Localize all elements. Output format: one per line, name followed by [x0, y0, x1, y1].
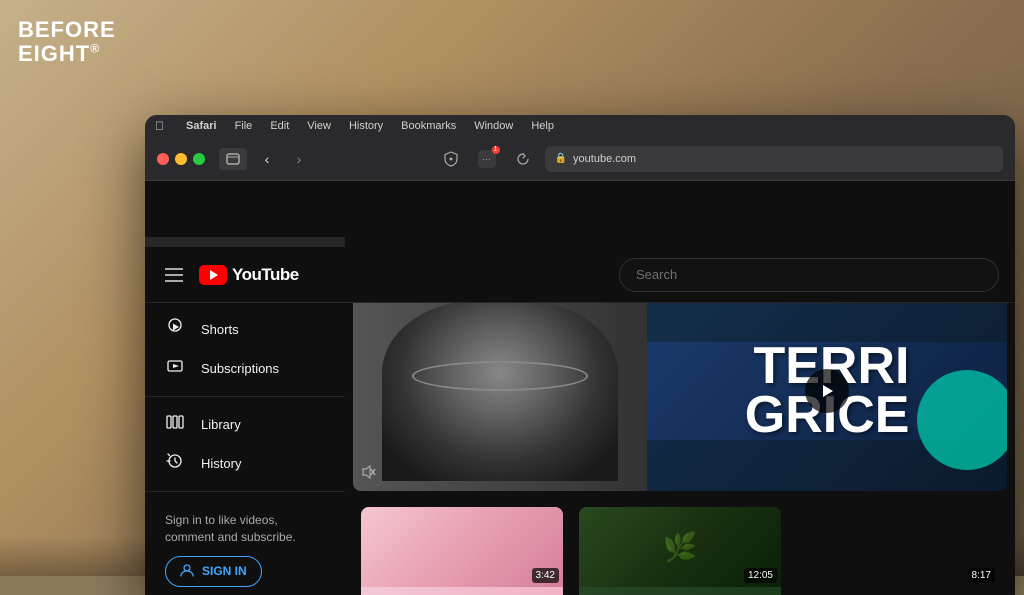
featured-video-card[interactable]: TERRI GRICE: [345, 291, 1015, 499]
menu-help[interactable]: Help: [531, 120, 554, 132]
youtube-logo-text: YouTube: [232, 265, 299, 285]
youtube-main-content: All Live Gaming Laughter Comedy Eating: [345, 181, 1015, 595]
hamburger-line: [165, 280, 183, 282]
library-icon: [165, 413, 185, 436]
video-card-1[interactable]: 3:42: [353, 499, 571, 595]
decorative-circle: [917, 370, 1007, 470]
youtube-header: YouTube Search: [145, 247, 1015, 303]
sidebar-library-label: Library: [201, 417, 241, 432]
sidebar-item-library[interactable]: Library: [145, 405, 345, 444]
menu-edit[interactable]: Edit: [270, 120, 289, 132]
back-button[interactable]: ‹: [255, 147, 279, 171]
video-card-3[interactable]: 8:17: [789, 499, 1007, 595]
mute-icon: [361, 464, 377, 483]
youtube-sidebar: ⌂ Home Explore: [145, 181, 345, 595]
sidebar-item-shorts[interactable]: Shorts: [145, 310, 345, 349]
logo-line1: BEFORE: [18, 18, 116, 42]
browser-content: YouTube Search ⌂ Home Explore: [145, 181, 1015, 595]
logo-line2: EIGHT®: [18, 42, 116, 66]
shield-icon[interactable]: [437, 148, 465, 170]
apple-menu[interactable]: : [155, 119, 164, 133]
history-icon: [165, 452, 185, 475]
shorts-icon: [165, 318, 185, 341]
sign-in-button[interactable]: SIGN IN: [165, 556, 262, 587]
thumbnail-2: 🌿 12:05: [579, 507, 781, 595]
sidebar-history-label: History: [201, 456, 241, 471]
registered-mark: ®: [90, 42, 100, 56]
featured-person-area: [353, 291, 647, 491]
url-text: youtube.com: [573, 153, 636, 165]
thumbnail-1: 3:42: [361, 507, 563, 595]
menu-view[interactable]: View: [307, 120, 331, 132]
video-grid: 3:42 🌿 12:05 8:17: [345, 499, 1015, 595]
glasses: [412, 361, 589, 391]
thumbnail-3: 8:17: [797, 507, 999, 595]
sidebar-divider-2: [145, 491, 345, 492]
video-card-2[interactable]: 🌿 12:05: [571, 499, 789, 595]
hamburger-menu-button[interactable]: [161, 264, 187, 286]
sidebar-signin-section: Sign in to like videos, comment and subs…: [145, 500, 345, 595]
close-button[interactable]: [157, 153, 169, 165]
person-face: [382, 301, 617, 481]
sidebar-item-history[interactable]: History: [145, 444, 345, 483]
forward-button[interactable]: ›: [287, 147, 311, 171]
menu-safari[interactable]: Safari: [186, 120, 217, 132]
extensions-button[interactable]: ··· 1: [473, 148, 501, 170]
subscriptions-icon: [165, 357, 185, 380]
featured-title-area: TERRI GRICE: [647, 342, 1007, 441]
search-bar[interactable]: Search: [619, 258, 999, 292]
minimize-button[interactable]: [175, 153, 187, 165]
sidebar-subscriptions-label: Subscriptions: [201, 361, 279, 376]
youtube-logo-icon: [199, 265, 227, 285]
menu-bookmarks[interactable]: Bookmarks: [401, 120, 456, 132]
person-icon: [180, 563, 194, 580]
menu-window[interactable]: Window: [474, 120, 513, 132]
hamburger-line: [165, 268, 183, 270]
tab-switcher-button[interactable]: [219, 148, 247, 170]
address-bar[interactable]: 🔒 youtube.com: [545, 146, 1003, 172]
mac-window:  Safari File Edit View History Bookmark…: [145, 115, 1015, 595]
reload-button[interactable]: [509, 148, 537, 170]
sidebar-item-subscriptions[interactable]: Subscriptions: [145, 349, 345, 388]
signin-prompt-text: Sign in to like videos, comment and subs…: [165, 512, 325, 546]
lock-icon: 🔒: [555, 153, 567, 164]
youtube-logo[interactable]: YouTube: [199, 265, 299, 285]
sidebar-divider: [145, 396, 345, 397]
hamburger-line: [165, 274, 183, 276]
browser-chrome: ‹ › ··· 1 🔒 youtube.com: [145, 137, 1015, 181]
featured-thumbnail: TERRI GRICE: [353, 291, 1007, 491]
sidebar-shorts-label: Shorts: [201, 322, 239, 337]
search-placeholder: Search: [636, 267, 677, 282]
maximize-button[interactable]: [193, 153, 205, 165]
menu-history[interactable]: History: [349, 120, 383, 132]
traffic-lights: [157, 153, 205, 165]
play-button[interactable]: [805, 369, 849, 413]
before-eight-logo: BEFORE EIGHT®: [18, 18, 116, 66]
menu-bar:  Safari File Edit View History Bookmark…: [145, 115, 1015, 137]
menu-file[interactable]: File: [235, 120, 253, 132]
